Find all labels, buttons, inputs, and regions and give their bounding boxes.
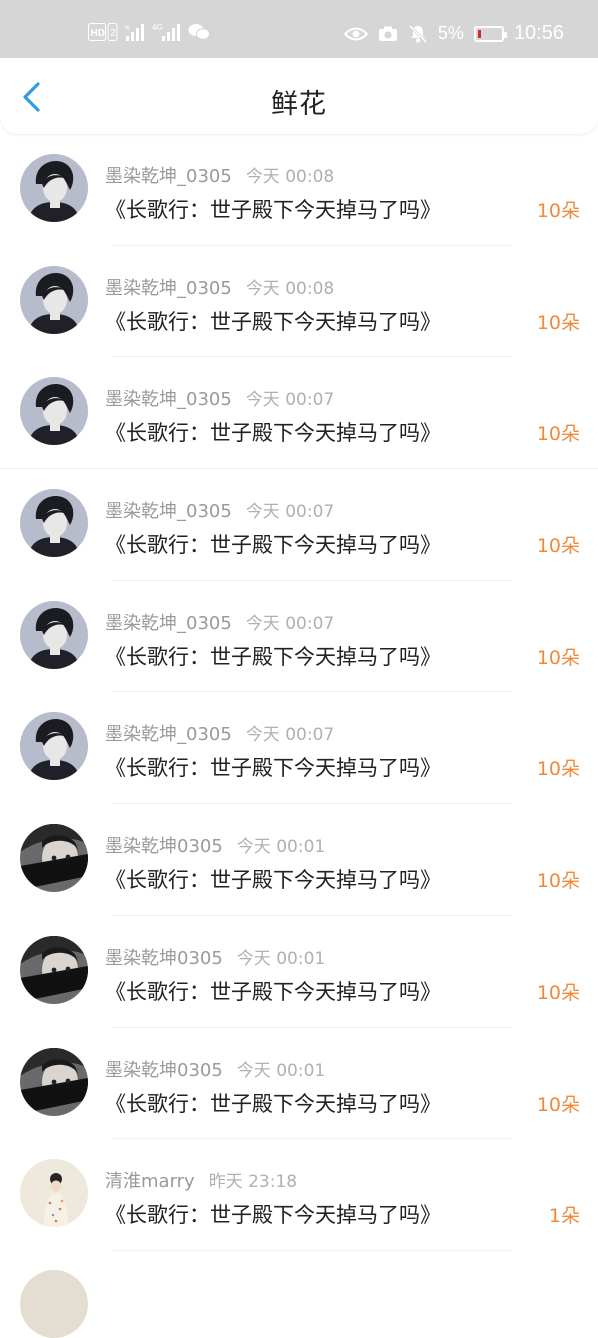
page-title: 鲜花 bbox=[271, 89, 327, 120]
flower-count: 10朵 bbox=[536, 423, 580, 446]
username-text: 清淮marry bbox=[105, 1171, 195, 1193]
username: 墨染乾坤_0305 今天 00:08 bbox=[105, 162, 334, 188]
username: 墨染乾坤_0305 今天 00:07 bbox=[105, 385, 334, 411]
flower-count: 10朵 bbox=[536, 758, 580, 781]
list-item[interactable]: 清淮marry 昨天 23:18 《长歌行：世子殿下今天掉马了吗》 1朵 bbox=[0, 1139, 598, 1251]
timestamp: 今天 00:07 bbox=[245, 390, 335, 411]
svg-text:HD: HD bbox=[91, 28, 105, 39]
book-title: 《长歌行：世子殿下今天掉马了吗》 bbox=[105, 198, 441, 222]
book-title: 《长歌行：世子殿下今天掉马了吗》 bbox=[105, 756, 441, 781]
list-item[interactable]: 墨染乾坤_0305 今天 00:08 《长歌行：世子殿下今天掉马了吗》 10朵 bbox=[0, 246, 598, 358]
username-text: 墨染乾坤_0305 bbox=[105, 612, 232, 634]
wechat-icon bbox=[188, 23, 210, 41]
list-item[interactable]: 墨染乾坤_0305 今天 00:07 《长歌行：世子殿下今天掉马了吗》 10朵 bbox=[0, 581, 598, 693]
username: 墨染乾坤0305 今天 00:01 bbox=[105, 832, 325, 858]
book-title: 《长歌行：世子殿下今天掉马了吗》 bbox=[105, 533, 441, 558]
mute-bell-icon bbox=[408, 24, 428, 44]
flower-count: 1朵 bbox=[548, 1205, 580, 1228]
book-title: 《长歌行：世子殿下今天掉马了吗》 bbox=[105, 868, 441, 893]
divider bbox=[112, 1249, 512, 1251]
username-text: 墨染乾坤0305 bbox=[105, 836, 223, 858]
list-item[interactable]: 墨染乾坤_0305 今天 00:07 《长歌行：世子殿下今天掉马了吗》 10朵 bbox=[0, 469, 598, 581]
timestamp: 今天 00:08 bbox=[245, 167, 335, 187]
avatar[interactable] bbox=[20, 600, 88, 669]
flower-count: 10朵 bbox=[536, 981, 580, 1004]
timestamp: 今天 00:01 bbox=[236, 948, 326, 969]
timestamp: 今天 00:07 bbox=[245, 725, 335, 746]
4g-signal-icon: 4G bbox=[152, 22, 182, 42]
username: 墨染乾坤0305 今天 00:01 bbox=[105, 1056, 325, 1082]
avatar[interactable] bbox=[20, 712, 88, 781]
flower-count: 10朵 bbox=[536, 870, 580, 893]
avatar[interactable] bbox=[20, 1270, 88, 1338]
nav-bar: 鲜花 bbox=[0, 58, 598, 134]
battery-icon bbox=[473, 25, 507, 42]
username: 墨染乾坤_0305 今天 00:07 bbox=[105, 497, 334, 523]
avatar[interactable] bbox=[20, 489, 88, 558]
avatar[interactable] bbox=[20, 154, 88, 222]
book-title: 《长歌行：世子殿下今天掉马了吗》 bbox=[105, 1203, 441, 1228]
username-text: 墨染乾坤_0305 bbox=[105, 501, 232, 523]
timestamp: 今天 00:01 bbox=[236, 837, 326, 858]
book-title: 《长歌行：世子殿下今天掉马了吗》 bbox=[105, 979, 441, 1004]
username: 清淮marry 昨天 23:18 bbox=[105, 1167, 297, 1193]
book-title: 《长歌行：世子殿下今天掉马了吗》 bbox=[105, 309, 441, 334]
username: 墨染乾坤0305 今天 00:01 bbox=[105, 944, 325, 970]
status-left-icons: HD 2 × 4G bbox=[88, 22, 210, 42]
eye-icon bbox=[343, 26, 368, 42]
book-title: 《长歌行：世子殿下今天掉马了吗》 bbox=[105, 1091, 441, 1116]
flower-list: 墨染乾坤_0305 今天 00:08 《长歌行：世子殿下今天掉马了吗》 10朵 墨… bbox=[0, 134, 598, 1251]
list-item[interactable]: 墨染乾坤0305 今天 00:01 《长歌行：世子殿下今天掉马了吗》 10朵 bbox=[0, 804, 598, 916]
username-text: 墨染乾坤_0305 bbox=[105, 166, 232, 187]
list-item[interactable]: 墨染乾坤_0305 今天 00:07 《长歌行：世子殿下今天掉马了吗》 10朵 bbox=[0, 692, 598, 805]
list-item[interactable]: 墨染乾坤_0305 今天 00:08 《长歌行：世子殿下今天掉马了吗》 10朵 bbox=[0, 134, 598, 246]
book-title: 《长歌行：世子殿下今天掉马了吗》 bbox=[105, 421, 441, 446]
avatar[interactable] bbox=[20, 824, 88, 893]
book-title: 《长歌行：世子殿下今天掉马了吗》 bbox=[105, 644, 441, 669]
username-text: 墨染乾坤_0305 bbox=[105, 724, 232, 746]
username-text: 墨染乾坤0305 bbox=[105, 947, 223, 969]
timestamp: 昨天 23:18 bbox=[208, 1172, 298, 1193]
camera-icon bbox=[378, 26, 398, 42]
flower-count: 10朵 bbox=[536, 1093, 580, 1116]
svg-text:×: × bbox=[124, 23, 131, 32]
username-text: 墨染乾坤_0305 bbox=[105, 389, 232, 411]
flower-count: 10朵 bbox=[536, 311, 580, 334]
username-text: 墨染乾坤_0305 bbox=[105, 277, 232, 299]
username-text: 墨染乾坤0305 bbox=[105, 1059, 223, 1081]
signal-icon: × bbox=[124, 22, 146, 42]
flower-count: 10朵 bbox=[536, 200, 580, 222]
avatar[interactable] bbox=[20, 377, 88, 446]
timestamp: 今天 00:01 bbox=[236, 1060, 326, 1081]
username: 墨染乾坤_0305 今天 00:07 bbox=[105, 609, 334, 635]
avatar[interactable] bbox=[20, 935, 88, 1004]
avatar[interactable] bbox=[20, 1159, 88, 1228]
list-item[interactable]: 墨染乾坤0305 今天 00:01 《长歌行：世子殿下今天掉马了吗》 10朵 bbox=[0, 916, 598, 1028]
hd-icon: HD 2 bbox=[88, 23, 118, 41]
battery-percent: 5% bbox=[437, 23, 464, 43]
status-right-icons: 5% 10:56 bbox=[343, 22, 564, 45]
avatar[interactable] bbox=[20, 1047, 88, 1116]
timestamp: 今天 00:08 bbox=[245, 278, 335, 299]
flower-count: 10朵 bbox=[536, 646, 580, 669]
username: 墨染乾坤_0305 今天 00:08 bbox=[105, 274, 334, 300]
flower-count: 10朵 bbox=[536, 535, 580, 558]
status-time: 10:56 bbox=[513, 22, 564, 44]
list-item[interactable]: 墨染乾坤0305 今天 00:01 《长歌行：世子殿下今天掉马了吗》 10朵 bbox=[0, 1028, 598, 1140]
timestamp: 今天 00:07 bbox=[245, 502, 335, 523]
status-bar: HD 2 × 4G 5% 10:56 bbox=[0, 0, 598, 58]
username: 墨染乾坤_0305 今天 00:07 bbox=[105, 720, 334, 746]
svg-text:4G: 4G bbox=[152, 23, 163, 32]
timestamp: 今天 00:07 bbox=[245, 613, 335, 634]
list-item[interactable]: 墨染乾坤_0305 今天 00:07 《长歌行：世子殿下今天掉马了吗》 10朵 bbox=[0, 357, 598, 470]
avatar[interactable] bbox=[20, 265, 88, 334]
svg-text:2: 2 bbox=[110, 28, 116, 39]
